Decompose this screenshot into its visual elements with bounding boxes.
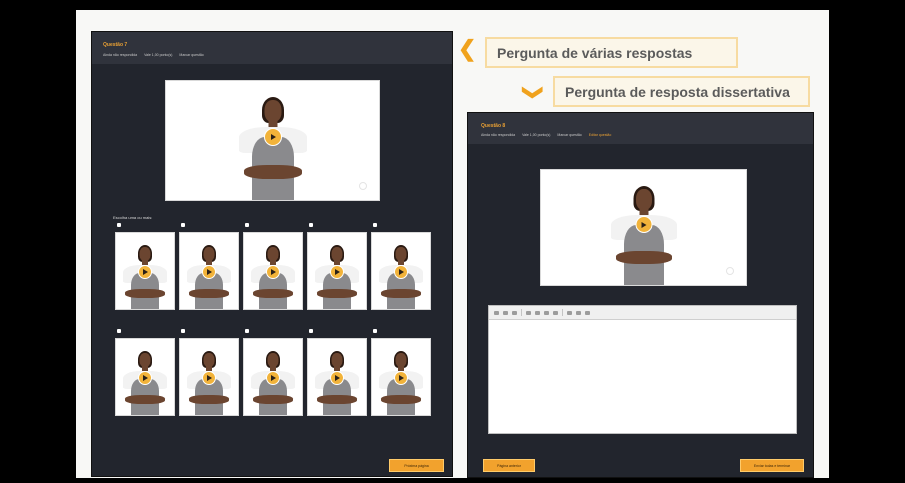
play-icon[interactable] bbox=[394, 371, 408, 385]
question-video[interactable] bbox=[165, 80, 380, 201]
number-list-icon[interactable] bbox=[535, 310, 540, 315]
italic-icon[interactable] bbox=[512, 310, 517, 315]
answer-checkbox[interactable] bbox=[245, 329, 249, 333]
answer-checkbox[interactable] bbox=[117, 223, 121, 227]
link-icon[interactable] bbox=[544, 310, 549, 315]
bold-icon[interactable] bbox=[503, 310, 508, 315]
play-icon[interactable] bbox=[330, 265, 344, 279]
play-icon[interactable] bbox=[138, 265, 152, 279]
question-meta: Ainda não respondida Vale 1,00 ponto(s) … bbox=[103, 53, 204, 57]
play-icon[interactable] bbox=[330, 371, 344, 385]
play-icon[interactable] bbox=[263, 128, 282, 146]
answer-option-video[interactable] bbox=[307, 338, 367, 416]
answer-option-video[interactable] bbox=[115, 232, 175, 310]
answer-option-video[interactable] bbox=[179, 338, 239, 416]
question-meta: Ainda não respondida Vale 1,00 ponto(s) … bbox=[481, 133, 611, 137]
play-icon[interactable] bbox=[266, 371, 280, 385]
meta-flag[interactable]: Marcar questão bbox=[179, 53, 203, 57]
answer-option-video[interactable] bbox=[115, 338, 175, 416]
answer-option-video[interactable] bbox=[307, 232, 367, 310]
question-header: Questão 7 Ainda não respondida Vale 1,00… bbox=[92, 32, 452, 64]
play-icon[interactable] bbox=[266, 265, 280, 279]
play-icon[interactable] bbox=[202, 265, 216, 279]
answer-option-video[interactable] bbox=[371, 232, 431, 310]
meta-status: Ainda não respondida bbox=[103, 53, 138, 57]
play-icon[interactable] bbox=[202, 371, 216, 385]
attachment-icon[interactable] bbox=[585, 310, 590, 315]
answer-checkbox[interactable] bbox=[309, 223, 313, 227]
play-icon[interactable] bbox=[394, 265, 408, 279]
finish-button[interactable]: Enviar todas e terminar bbox=[740, 459, 804, 472]
essay-answer-editor[interactable] bbox=[488, 305, 797, 434]
image-icon[interactable] bbox=[567, 310, 572, 315]
meta-status: Ainda não respondida bbox=[481, 133, 516, 137]
next-page-button[interactable]: Próxima página bbox=[389, 459, 444, 472]
meta-edit[interactable]: Editar questão bbox=[589, 133, 612, 137]
answer-option-video[interactable] bbox=[243, 232, 303, 310]
answer-option-video[interactable] bbox=[371, 338, 431, 416]
essay-panel: Questão 8 Ainda não respondida Vale 1,00… bbox=[467, 112, 814, 478]
question-header: Questão 8 Ainda não respondida Vale 1,00… bbox=[468, 113, 813, 144]
answer-checkbox[interactable] bbox=[181, 223, 185, 227]
multiple-choice-panel: Questão 7 Ainda não respondida Vale 1,00… bbox=[91, 31, 453, 477]
answer-checkbox[interactable] bbox=[373, 329, 377, 333]
media-icon[interactable] bbox=[576, 310, 581, 315]
answer-checkbox[interactable] bbox=[245, 223, 249, 227]
meta-grade: Vale 1,00 ponto(s) bbox=[144, 53, 173, 57]
question-title: Questão 7 bbox=[103, 42, 128, 48]
meta-grade: Vale 1,00 ponto(s) bbox=[522, 133, 551, 137]
watermark-icon bbox=[726, 267, 734, 275]
previous-page-button[interactable]: Página anterior bbox=[483, 459, 535, 472]
meta-flag[interactable]: Marcar questão bbox=[557, 133, 581, 137]
question-video[interactable] bbox=[540, 169, 747, 286]
answer-checkbox[interactable] bbox=[309, 329, 313, 333]
font-icon[interactable] bbox=[494, 310, 499, 315]
answer-option-video[interactable] bbox=[243, 338, 303, 416]
chevron-down-icon: ❯ bbox=[521, 84, 544, 101]
watermark-icon bbox=[359, 182, 367, 190]
play-icon[interactable] bbox=[635, 216, 652, 233]
answer-checkbox[interactable] bbox=[181, 329, 185, 333]
bullet-list-icon[interactable] bbox=[526, 310, 531, 315]
answer-checkbox[interactable] bbox=[117, 329, 121, 333]
editor-toolbar bbox=[489, 306, 796, 320]
play-icon[interactable] bbox=[138, 371, 152, 385]
callout-multiple-choice: Pergunta de várias respostas bbox=[485, 37, 738, 68]
question-title: Questão 8 bbox=[481, 123, 506, 129]
chevron-left-icon: ❮ bbox=[458, 36, 477, 61]
callout-essay: Pergunta de resposta dissertativa bbox=[553, 76, 810, 107]
unlink-icon[interactable] bbox=[553, 310, 558, 315]
answer-checkbox[interactable] bbox=[373, 223, 377, 227]
answer-option-video[interactable] bbox=[179, 232, 239, 310]
choose-label: Escolha uma ou mais: bbox=[113, 215, 153, 220]
